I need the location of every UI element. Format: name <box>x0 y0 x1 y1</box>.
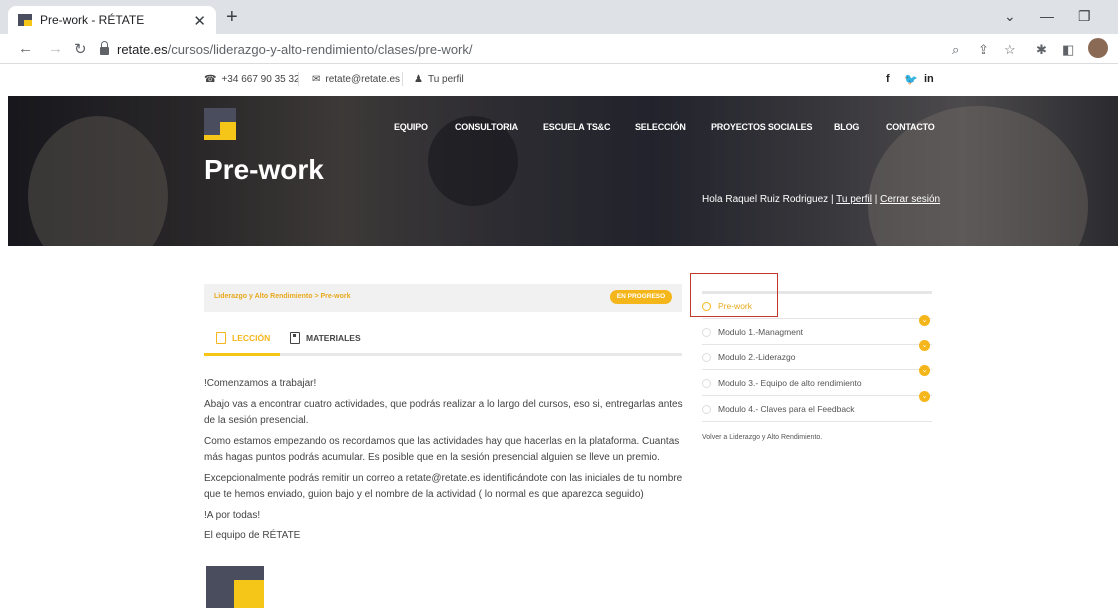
minimize-icon[interactable]: — <box>1040 8 1054 24</box>
module-label: Modulo 1.-Managment <box>718 327 804 337</box>
url-host: retate.es <box>117 41 168 57</box>
active-tab-indicator <box>204 353 280 356</box>
progress-circle-icon <box>702 404 711 414</box>
tab-close-icon[interactable]: ✕ <box>193 12 206 30</box>
email-address: retate@retate.es <box>325 74 401 85</box>
lesson-tabs: LECCIÓN MATERIALES <box>204 326 682 356</box>
module-label: Modulo 3.- Equipo de alto rendimiento <box>718 378 862 388</box>
nav-blog[interactable]: BLOG <box>834 122 859 132</box>
progress-circle-icon <box>702 352 711 362</box>
linkedin-icon[interactable]: in <box>924 73 934 85</box>
profile-link-hero[interactable]: Tu perfil <box>836 194 872 205</box>
nav-consultoria[interactable]: CONSULTORIA <box>455 122 518 132</box>
tab-leccion[interactable]: LECCIÓN <box>216 332 270 344</box>
tab-search-icon[interactable]: ⌄ <box>1004 8 1016 25</box>
profile-avatar[interactable] <box>1088 38 1108 58</box>
page-title: Pre-work <box>204 154 324 185</box>
share-icon[interactable]: ⇪ <box>978 42 989 58</box>
profile-label: Tu perfil <box>427 74 464 85</box>
new-tab-icon[interactable]: + <box>226 6 238 29</box>
paragraph: Abajo vas a encontrar cuatro actividades… <box>204 398 683 427</box>
progress-circle-icon <box>702 327 711 337</box>
nav-proyectos-sociales[interactable]: PROYECTOS SOCIALES <box>711 122 812 132</box>
facebook-icon[interactable]: f <box>886 73 890 85</box>
progress-circle-icon <box>702 378 711 388</box>
retate-logo-footer <box>206 566 264 608</box>
tab-title: Pre-work - RÉTATE <box>40 13 145 27</box>
phone-icon: ☎ <box>204 74 217 85</box>
hero-banner: EQUIPO CONSULTORIA ESCUELA TS&C SELECCIÓ… <box>8 96 1118 246</box>
paragraph: El equipo de RÉTATE <box>204 530 301 541</box>
materials-icon <box>290 332 300 344</box>
divider <box>402 72 403 86</box>
nav-contacto[interactable]: CONTACTO <box>886 122 935 132</box>
paragraph: !Comenzamos a trabajar! <box>204 378 317 389</box>
url-path: /cursos/liderazgo-y-alto-rendimiento/cla… <box>167 41 473 57</box>
lock-icon <box>100 41 109 55</box>
twitter-icon[interactable]: 🐦 <box>904 73 918 86</box>
browser-tab[interactable]: Pre-work - RÉTATE ✕ <box>8 6 216 34</box>
email-contact[interactable]: ✉ retate@retate.es <box>312 74 400 85</box>
logout-link[interactable]: Cerrar sesión <box>880 194 940 205</box>
profile-link[interactable]: ♟ Tu perfil <box>414 74 464 85</box>
back-icon[interactable]: ← <box>18 40 33 57</box>
module-label: Modulo 2.-Liderazgo <box>718 352 796 362</box>
sidepanel-icon[interactable]: ◧ <box>1062 42 1074 58</box>
site-contact-bar: ☎ +34 667 90 35 32 ✉ retate@retate.es ♟ … <box>0 64 1118 96</box>
nav-seleccion[interactable]: SELECCIÓN <box>635 122 686 132</box>
bookmark-star-icon[interactable]: ☆ <box>1004 42 1016 58</box>
greeting-text: Hola Raquel Ruiz Rodriguez | <box>702 194 834 205</box>
user-greeting: Hola Raquel Ruiz Rodriguez | Tu perfil |… <box>702 194 941 205</box>
breadcrumb-bar: Liderazgo y Alto Rendimiento > Pre-work … <box>204 284 682 312</box>
logo-bar <box>204 135 236 140</box>
divider <box>298 72 299 86</box>
extensions-icon[interactable]: ✱ <box>1036 42 1047 58</box>
tab-materiales[interactable]: MATERIALES <box>290 332 361 344</box>
lesson-icon <box>216 332 226 344</box>
nav-escuela[interactable]: ESCUELA TS&C <box>543 122 610 132</box>
module-item-3[interactable]: Modulo 3.- Equipo de alto rendimiento <box>702 371 932 396</box>
zoom-icon[interactable]: ⌕ <box>952 42 959 58</box>
browser-tab-bar: Pre-work - RÉTATE ✕ + ⌄ — ❐ <box>0 0 1118 34</box>
breadcrumb[interactable]: Liderazgo y Alto Rendimiento > Pre-work <box>214 293 350 300</box>
restore-icon[interactable]: ❐ <box>1078 8 1091 25</box>
hero-background-shape <box>28 116 168 246</box>
favicon-icon <box>18 14 32 26</box>
status-badge: EN PROGRESO <box>610 290 672 304</box>
paragraph: Excepcionalmente podrás remitir un corre… <box>204 472 683 501</box>
forward-icon[interactable]: → <box>48 40 63 57</box>
tab-materiales-label: MATERIALES <box>306 333 361 343</box>
browser-toolbar: ← → ↻ retate.es /cursos/liderazgo-y-alto… <box>0 34 1118 64</box>
nav-equipo[interactable]: EQUIPO <box>394 122 428 132</box>
tab-leccion-label: LECCIÓN <box>232 333 271 343</box>
paragraph: !A por todas! <box>204 509 261 521</box>
address-bar[interactable]: retate.es /cursos/liderazgo-y-alto-rendi… <box>100 38 940 60</box>
module-item-2[interactable]: Modulo 2.-Liderazgo <box>702 345 932 370</box>
lesson-content: !Comenzamos a trabajar! Abajo vas a enco… <box>204 376 692 549</box>
highlight-annotation <box>690 273 778 317</box>
back-to-course-link[interactable]: Volver a Liderazgo y Alto Rendimiento. <box>702 434 822 441</box>
reload-icon[interactable]: ↻ <box>74 40 87 58</box>
module-item-1[interactable]: Modulo 1.-Managment <box>702 320 932 345</box>
phone-contact[interactable]: ☎ +34 667 90 35 32 <box>204 74 300 85</box>
module-item-4[interactable]: Modulo 4.- Claves para el Feedback <box>702 397 932 422</box>
module-label: Modulo 4.- Claves para el Feedback <box>718 404 855 414</box>
user-icon: ♟ <box>414 74 423 85</box>
retate-logo[interactable] <box>204 108 236 140</box>
email-icon: ✉ <box>312 74 321 85</box>
paragraph: Como estamos empezando os recordamos que… <box>204 435 680 464</box>
phone-number: +34 667 90 35 32 <box>221 74 300 85</box>
